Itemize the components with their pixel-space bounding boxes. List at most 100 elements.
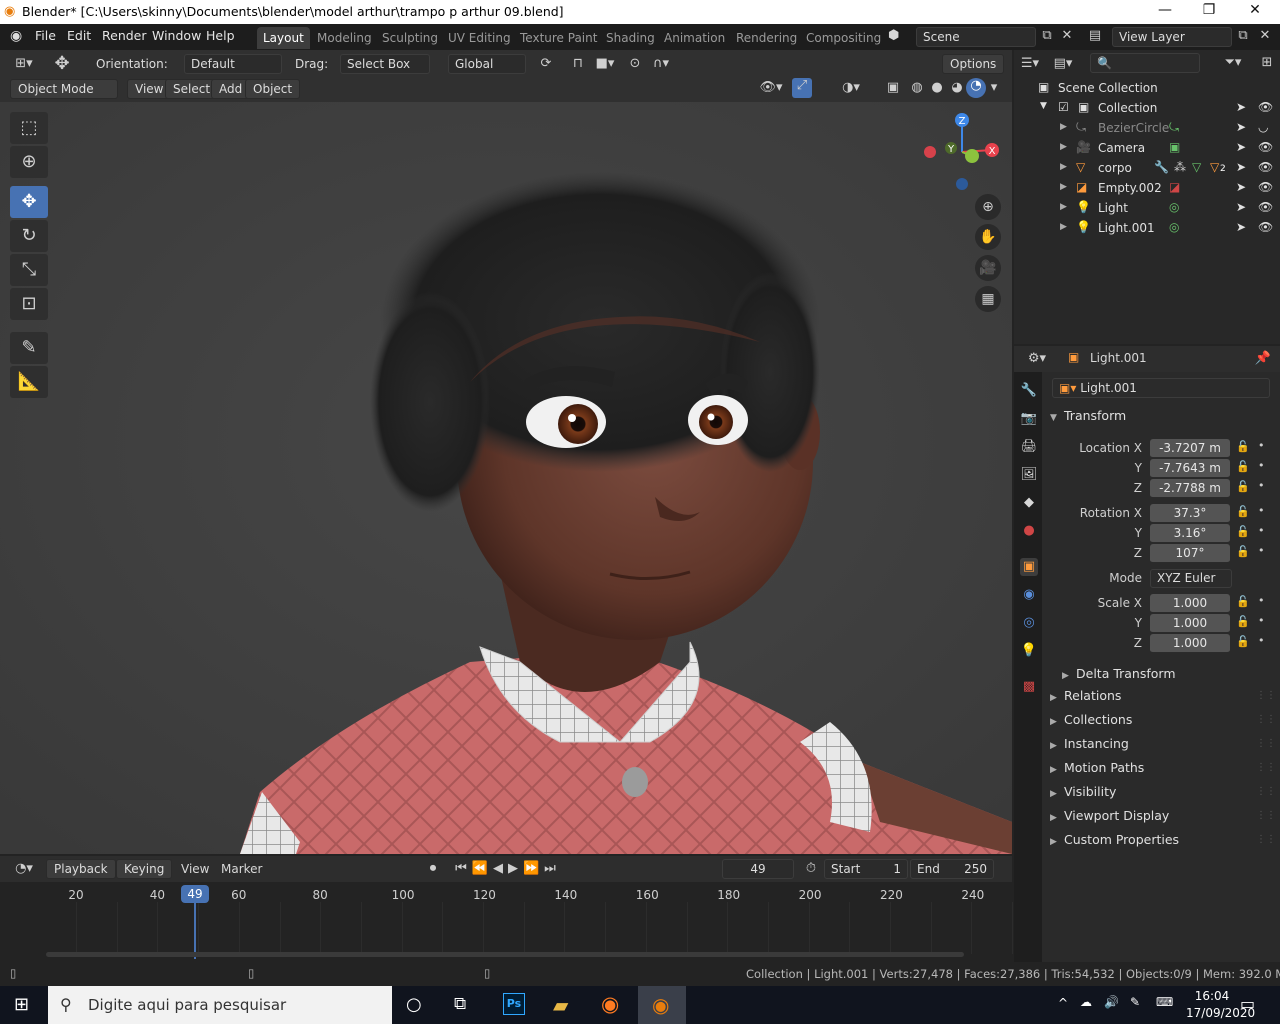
properties-editor-icon[interactable]: ⚙▾ (1024, 351, 1050, 366)
tab-shading[interactable]: Shading (600, 27, 661, 49)
network-icon[interactable]: ☁ (1080, 995, 1092, 1009)
modifiers-tab-icon[interactable]: ◉ (1020, 586, 1038, 604)
tab-layout[interactable]: Layout (257, 27, 310, 49)
tab-modeling[interactable]: Modeling (311, 27, 378, 49)
drag-handle-icon[interactable]: ⋮⋮ (1256, 762, 1276, 773)
drag-handle-icon[interactable]: ⋮⋮ (1256, 738, 1276, 749)
snap-icon[interactable]: ⊓ (568, 56, 588, 71)
keyframe-dot-icon[interactable]: • (1258, 479, 1265, 492)
lock-icon[interactable]: 🔓 (1236, 545, 1250, 558)
drag-handle-icon[interactable]: ⋮⋮ (1256, 834, 1276, 845)
eye-icon[interactable]: 👁 (1258, 100, 1273, 114)
photoshop-app[interactable]: Ps (503, 993, 525, 1015)
outliner-editor-icon[interactable]: ☰▾ (1018, 56, 1042, 71)
image-icon[interactable]: ◪ (1169, 180, 1180, 194)
cursor-tool[interactable]: ⊕ (10, 146, 48, 178)
menu-window[interactable]: Window (152, 28, 201, 43)
wireframe-shading-icon[interactable]: ◍ (908, 80, 926, 95)
select-arrow-icon[interactable]: ➤ (1236, 160, 1246, 174)
lock-icon[interactable]: 🔓 (1236, 460, 1250, 473)
select-arrow-icon[interactable]: ➤ (1236, 100, 1246, 114)
playback-menu[interactable]: Playback (46, 859, 116, 879)
panel-collections[interactable]: ▶ Collections ⋮⋮ (1050, 712, 1278, 736)
object-menu[interactable]: Object (245, 79, 301, 99)
taskbar-search[interactable]: ⚲ Digite aqui para pesquisar (48, 986, 392, 1024)
firefox-icon[interactable]: ◉ (601, 992, 619, 1016)
options-dropdown[interactable]: Options (942, 54, 1004, 74)
tab-animation[interactable]: Animation (658, 27, 731, 49)
timeline-view-menu[interactable]: View (181, 862, 209, 876)
solid-shading-icon[interactable]: ● (928, 80, 946, 95)
scale-tool[interactable]: ⤡ (10, 254, 48, 286)
tab-uv-editing[interactable]: UV Editing (442, 27, 517, 49)
drag-handle-icon[interactable]: ⋮⋮ (1256, 714, 1276, 725)
view-layer-tab-icon[interactable]: 🖼 (1020, 466, 1038, 484)
tab-texture-paint[interactable]: Texture Paint (514, 27, 603, 49)
proportional-edit-icon[interactable]: ⊙ (626, 56, 644, 71)
annotate-tool[interactable]: ✎ (10, 332, 48, 364)
timeline[interactable]: ◔▾ Playback Keying View Marker ⏺ ⏮⏪◀▶⏩⏭ … (0, 856, 1014, 962)
windows-start-icon[interactable]: ⊞ (14, 994, 29, 1015)
outliner-item-empty-002[interactable]: ▶ ◪ Empty.002 ◪ ➤ 👁 (1014, 178, 1280, 198)
gizmos-icon[interactable]: ⤢ (792, 78, 812, 98)
view-layer-icon[interactable]: ▤ (1086, 28, 1104, 43)
minimize-button[interactable]: — (1150, 2, 1180, 18)
transform-space-dropdown[interactable]: Global (448, 54, 526, 74)
lock-icon[interactable]: 🔓 (1236, 440, 1250, 453)
xray-icon[interactable]: ▣ (884, 80, 902, 95)
render-tab-icon[interactable]: 📷 (1020, 410, 1038, 428)
drag-handle-icon[interactable]: ⋮⋮ (1256, 690, 1276, 701)
transform-panel-header[interactable]: ▼ Transform (1050, 408, 1278, 432)
task-view-icon[interactable]: ⧉ (454, 994, 466, 1014)
panel-custom-properties[interactable]: ▶ Custom Properties ⋮⋮ (1050, 832, 1278, 856)
outliner-item-beziercircle[interactable]: ▶ ⤿ BezierCircle ⤿ ➤ ◡ (1014, 118, 1280, 138)
expand-icon[interactable]: ▶ (1060, 222, 1067, 232)
rendered-shading-icon[interactable]: ◔ (966, 78, 986, 98)
clock-time[interactable]: 16:04 (1192, 989, 1232, 1003)
select-arrow-icon[interactable]: ➤ (1236, 180, 1246, 194)
panel-motion-paths[interactable]: ▶ Motion Paths ⋮⋮ (1050, 760, 1278, 784)
expand-icon[interactable]: ▶ (1060, 202, 1067, 212)
panel-visibility[interactable]: ▶ Visibility ⋮⋮ (1050, 784, 1278, 808)
rotation-y-field[interactable]: 3.16° (1150, 524, 1230, 543)
shading-options-icon[interactable]: ▾ (988, 80, 1000, 95)
select-arrow-icon[interactable]: ➤ (1236, 200, 1246, 214)
expand-icon[interactable]: ▶ (1060, 162, 1067, 172)
scene-tab-icon[interactable]: ◆ (1020, 494, 1038, 512)
output-tab-icon[interactable]: 🖨 (1020, 438, 1038, 456)
eye-closed-icon[interactable]: ◡ (1258, 120, 1268, 134)
editor-type-icon[interactable]: ⊞▾ (10, 56, 38, 71)
tab-rendering[interactable]: Rendering (730, 27, 803, 49)
pan-hand-icon[interactable]: ✋ (975, 224, 1001, 250)
outliner-item-corpo[interactable]: ▶ ▽ corpo 🔧 ➤ 👁 ⁂ ▽ ▽ 2 (1014, 158, 1280, 178)
select-arrow-icon[interactable]: ➤ (1236, 120, 1246, 134)
current-frame-field[interactable]: 49 (722, 859, 794, 879)
eye-icon[interactable]: 👁 (1258, 220, 1273, 234)
keyframe-dot-icon[interactable]: • (1258, 439, 1265, 452)
tab-sculpting[interactable]: Sculpting (376, 27, 444, 49)
transform-tool[interactable]: ⊡ (10, 288, 48, 320)
expand-icon[interactable]: ▶ (1060, 182, 1067, 192)
volume-icon[interactable]: 🔊 (1104, 995, 1119, 1009)
eye-icon[interactable]: 👁 (1258, 140, 1273, 154)
delete-view-layer-icon[interactable]: ✕ (1256, 28, 1274, 43)
rotate-tool[interactable]: ↻ (10, 220, 48, 252)
camera-data-icon[interactable]: ▣ (1169, 140, 1180, 154)
properties-editor[interactable]: ⚙▾ ▣ Light.001 📌 🔧 📷 🖨 🖼 ◆ ● ▣ ◉ ◎ 💡 ▩ ▣… (1014, 346, 1280, 962)
new-view-layer-icon[interactable]: ⧉ (1234, 28, 1252, 43)
timeline-scrollbar[interactable] (46, 952, 964, 957)
scene-icon[interactable]: ⬢ (888, 28, 899, 43)
zoom-icon[interactable]: ⊕ (975, 194, 1001, 220)
material-shading-icon[interactable]: ◕ (948, 80, 966, 95)
panel-instancing[interactable]: ▶ Instancing ⋮⋮ (1050, 736, 1278, 760)
blender-menu-icon[interactable]: ◉ (10, 28, 22, 44)
drag-handle-icon[interactable]: ⋮⋮ (1256, 810, 1276, 821)
move-tool[interactable]: ✥ (10, 186, 48, 218)
file-explorer-icon[interactable]: ▰ (553, 993, 568, 1017)
keyframe-dot-icon[interactable]: • (1258, 524, 1265, 537)
expand-icon[interactable]: ▶ (1060, 122, 1067, 132)
maximize-button[interactable]: ❐ (1194, 2, 1224, 18)
camera-view-icon[interactable]: 🎥 (975, 255, 1001, 281)
world-tab-icon[interactable]: ● (1020, 522, 1038, 540)
timeline-editor-icon[interactable]: ◔▾ (10, 861, 38, 876)
